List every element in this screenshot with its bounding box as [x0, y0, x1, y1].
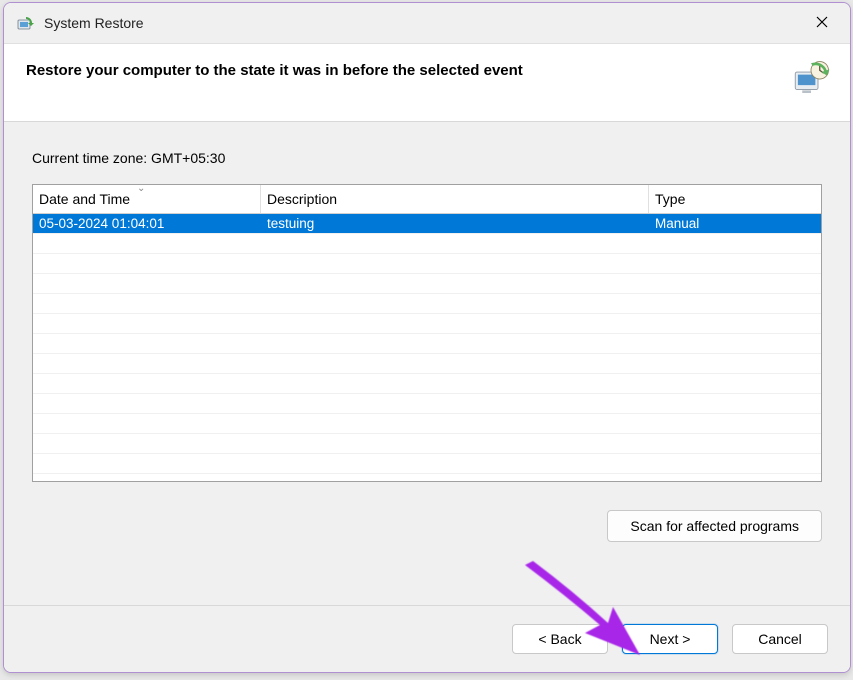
table-row [33, 374, 821, 394]
column-header-description[interactable]: Description [261, 185, 649, 213]
column-label: Type [655, 191, 685, 207]
close-icon [816, 15, 828, 32]
next-button[interactable]: Next > [622, 624, 718, 654]
table-body: 05-03-2024 01:04:01testuingManual [33, 214, 821, 480]
cell-date: 05-03-2024 01:04:01 [33, 216, 261, 231]
app-icon [16, 13, 36, 33]
table-row [33, 434, 821, 454]
back-button[interactable]: < Back [512, 624, 608, 654]
content-area: Current time zone: GMT+05:30 Date and Ti… [4, 122, 850, 605]
wizard-footer: < Back Next > Cancel [4, 605, 850, 672]
window-title: System Restore [44, 15, 802, 31]
table-row [33, 414, 821, 434]
scan-affected-button[interactable]: Scan for affected programs [607, 510, 822, 542]
table-row [33, 474, 821, 482]
scan-row: Scan for affected programs [32, 510, 822, 542]
table-row [33, 354, 821, 374]
close-button[interactable] [802, 7, 842, 39]
system-restore-window: System Restore Restore your computer to … [3, 2, 851, 673]
header-band: Restore your computer to the state it wa… [4, 44, 850, 122]
restore-icon [790, 58, 832, 100]
table-row [33, 274, 821, 294]
table-row [33, 314, 821, 334]
cell-description: testuing [261, 216, 649, 231]
column-header-type[interactable]: Type [649, 185, 821, 213]
column-header-date[interactable]: Date and Time ⌄ [33, 185, 261, 213]
table-row [33, 234, 821, 254]
cancel-button[interactable]: Cancel [732, 624, 828, 654]
table-row [33, 454, 821, 474]
column-label: Description [267, 191, 337, 207]
sort-indicator-icon: ⌄ [137, 184, 145, 194]
table-row [33, 254, 821, 274]
table-row [33, 294, 821, 314]
titlebar: System Restore [4, 3, 850, 44]
cell-type: Manual [649, 216, 821, 231]
timezone-label: Current time zone: GMT+05:30 [32, 150, 822, 166]
table-row [33, 334, 821, 354]
page-heading: Restore your computer to the state it wa… [26, 62, 706, 79]
table-row[interactable]: 05-03-2024 01:04:01testuingManual [33, 214, 821, 234]
table-row [33, 394, 821, 414]
column-label: Date and Time [39, 191, 130, 207]
restore-points-table: Date and Time ⌄ Description Type 05-03-2… [32, 184, 822, 482]
table-header: Date and Time ⌄ Description Type [33, 185, 821, 214]
